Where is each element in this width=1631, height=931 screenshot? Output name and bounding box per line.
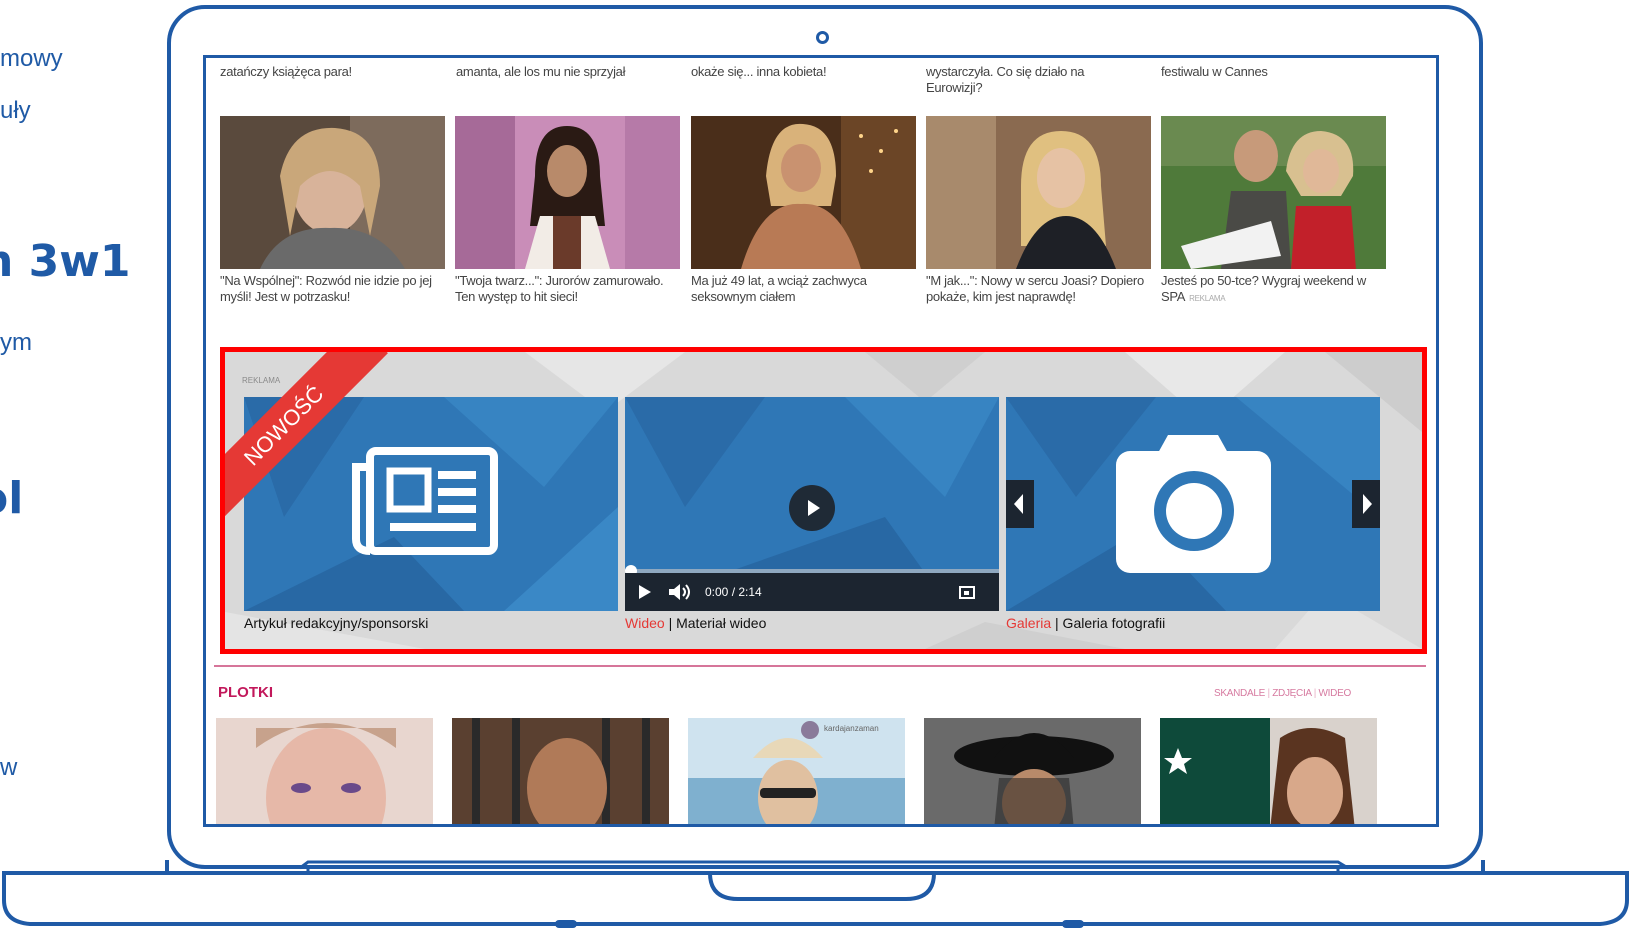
fullscreen-icon[interactable] [959,586,975,599]
section-links: SKANDALE | ZDJĘCIA | WIDEO [1214,688,1351,699]
article-caption[interactable]: "Twoja twarz...": Jurorów zamurowało. Te… [455,273,683,305]
plotki-thumbnail[interactable]: kardajanzaman [688,718,905,824]
article-caption[interactable]: zatańczy książęca para! [220,64,445,80]
article-caption[interactable]: "M jak...": Nowy w sercu Joasi? Dopiero … [926,273,1154,305]
ad-tile-video[interactable]: 0:00 / 2:14 [625,397,999,611]
tile-type-label: Wideo [625,615,665,631]
article-caption[interactable]: "Na Wspólnej": Rozwód nie idzie po jej m… [220,273,448,305]
gallery-next-arrow[interactable] [1352,480,1380,528]
article-thumbnail[interactable] [220,116,445,269]
section-divider [214,665,1426,667]
gallery-prev-arrow[interactable] [1006,480,1034,528]
slide-canvas: mowy uły n 3w1 ym ol w zatańczy książęca… [0,0,1631,931]
article-thumbnail[interactable] [691,116,916,269]
play-small-icon[interactable] [639,585,653,599]
camera-icon [1116,435,1271,573]
tile-type-label: Galeria [1006,615,1052,631]
video-controls: 0:00 / 2:14 [625,573,999,611]
plotki-thumbnail[interactable] [216,718,433,824]
plotki-thumbnail[interactable] [924,718,1141,824]
article-caption[interactable]: okaże się... inna kobieta! [691,64,916,80]
ad-tile-label[interactable]: Wideo | Materiał wideo [625,615,766,631]
article-caption[interactable]: amanta, ale los mu nie sprzyjał [456,64,681,80]
article-caption[interactable]: Ma już 49 lat, a wciąż zachwyca seksowny… [691,273,919,305]
section-title[interactable]: PLOTKI [218,684,273,701]
webcam-icon [816,31,829,44]
video-time: 0:00 / 2:14 [705,585,762,599]
article-caption[interactable]: wystarczyła. Co się działo na Eurowizji? [926,64,1126,96]
laptop-screen: zatańczy książęca para! amanta, ale los … [203,55,1439,827]
instagram-handle: kardajanzaman [824,724,879,733]
link-zdjecia[interactable]: ZDJĘCIA [1272,688,1311,699]
link-skandale[interactable]: SKANDALE [1214,688,1265,699]
article-thumbnail[interactable] [926,116,1151,269]
tile-desc-label: | Galeria fotografii [1051,615,1166,631]
play-icon[interactable] [789,485,835,531]
article-caption-sponsored[interactable]: Jesteś po 50-tce? Wygraj weekend w SPA RE… [1161,273,1386,307]
article-thumbnail[interactable] [455,116,680,269]
ad-tile-gallery[interactable] [1006,397,1380,611]
tile-desc-label: | Materiał wideo [664,615,767,631]
ad-tile-label[interactable]: Artykuł redakcyjny/sponsorski [244,615,428,631]
ad-module-3w1[interactable]: REKLAMA Artykuł redakcyjny/sponsorski 0:… [220,347,1427,654]
sponsored-badge: REKLAMA [1189,294,1226,303]
plotki-thumbnail[interactable] [452,718,669,824]
newspaper-icon [352,447,498,555]
article-caption[interactable]: festiwalu w Cannes [1161,64,1386,80]
ad-label: REKLAMA [242,376,281,385]
article-thumbnail[interactable] [1161,116,1386,269]
volume-icon[interactable] [669,583,693,601]
plotki-thumbnail[interactable] [1160,718,1377,824]
link-wideo[interactable]: WIDEO [1319,688,1352,699]
ad-tile-label[interactable]: Galeria | Galeria fotografii [1006,615,1165,631]
